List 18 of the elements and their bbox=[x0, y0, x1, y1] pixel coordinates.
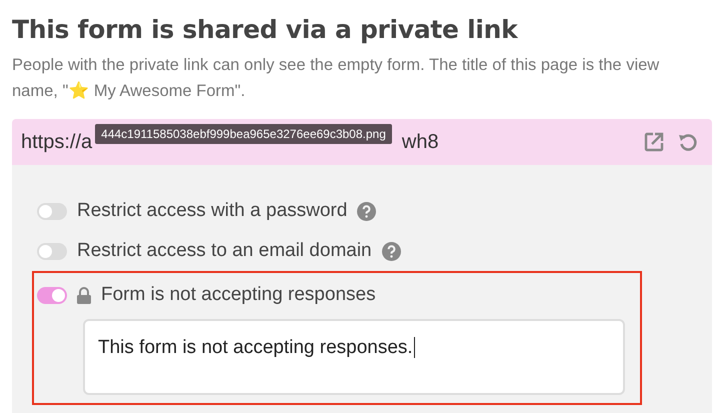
share-link-field[interactable]: https://a 444c1911585038ebf999bea965e3276ee69c3b08.png wh8 bbox=[12, 119, 712, 165]
description-text: People with the private link can only see the empty form. The title of this page is the view name, "⭐ My Awesome Form". bbox=[12, 55, 660, 102]
page-heading: This form is shared via a private link bbox=[12, 14, 519, 46]
link-url: https://a bbox=[21, 130, 92, 154]
lock-icon bbox=[77, 286, 91, 304]
message-field[interactable]: This form is not accepting responses. bbox=[83, 319, 625, 395]
refresh-icon[interactable] bbox=[678, 132, 698, 152]
help-icon[interactable] bbox=[382, 242, 401, 260]
help-icon[interactable] bbox=[357, 202, 376, 220]
open-external-icon[interactable] bbox=[644, 132, 664, 152]
filename-tooltip: 444c1911585038ebf999bea965e3276ee69c3b08.png bbox=[95, 124, 392, 144]
toggle-switch[interactable] bbox=[37, 286, 67, 304]
toggle-switch[interactable] bbox=[37, 242, 67, 260]
option-label: Restrict access to an email domain bbox=[77, 240, 372, 262]
toggle-switch[interactable] bbox=[37, 202, 67, 220]
option-label: Form is not accepting responses bbox=[101, 284, 376, 306]
option-label: Restrict access with a password bbox=[77, 200, 348, 222]
link-url: wh8 bbox=[402, 130, 439, 154]
